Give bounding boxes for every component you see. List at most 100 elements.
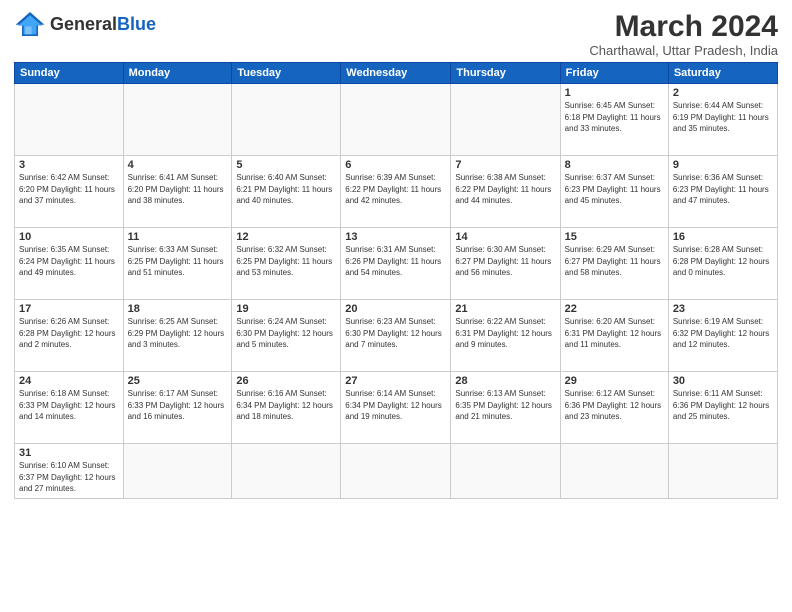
day-number: 23	[673, 303, 773, 315]
day-info: Sunrise: 6:18 AM Sunset: 6:33 PM Dayligh…	[19, 388, 119, 423]
day-number: 7	[455, 159, 555, 171]
table-row	[232, 444, 341, 499]
day-info: Sunrise: 6:38 AM Sunset: 6:22 PM Dayligh…	[455, 172, 555, 207]
day-number: 21	[455, 303, 555, 315]
table-row: 1Sunrise: 6:45 AM Sunset: 6:18 PM Daylig…	[560, 84, 668, 156]
day-number: 26	[236, 375, 336, 387]
table-row: 5Sunrise: 6:40 AM Sunset: 6:21 PM Daylig…	[232, 156, 341, 228]
day-info: Sunrise: 6:16 AM Sunset: 6:34 PM Dayligh…	[236, 388, 336, 423]
day-number: 29	[565, 375, 664, 387]
day-number: 12	[236, 231, 336, 243]
day-number: 28	[455, 375, 555, 387]
day-number: 5	[236, 159, 336, 171]
table-row: 20Sunrise: 6:23 AM Sunset: 6:30 PM Dayli…	[341, 300, 451, 372]
header: GeneralBlue March 2024 Charthawal, Uttar…	[14, 10, 778, 58]
table-row	[451, 84, 560, 156]
table-row: 11Sunrise: 6:33 AM Sunset: 6:25 PM Dayli…	[123, 228, 232, 300]
header-thursday: Thursday	[451, 63, 560, 84]
header-monday: Monday	[123, 63, 232, 84]
day-number: 6	[345, 159, 446, 171]
table-row: 13Sunrise: 6:31 AM Sunset: 6:26 PM Dayli…	[341, 228, 451, 300]
day-info: Sunrise: 6:32 AM Sunset: 6:25 PM Dayligh…	[236, 244, 336, 279]
calendar-page: GeneralBlue March 2024 Charthawal, Uttar…	[0, 0, 792, 612]
day-number: 1	[565, 87, 664, 99]
table-row: 9Sunrise: 6:36 AM Sunset: 6:23 PM Daylig…	[668, 156, 777, 228]
table-row: 29Sunrise: 6:12 AM Sunset: 6:36 PM Dayli…	[560, 372, 668, 444]
day-info: Sunrise: 6:10 AM Sunset: 6:37 PM Dayligh…	[19, 460, 119, 495]
day-number: 27	[345, 375, 446, 387]
day-info: Sunrise: 6:19 AM Sunset: 6:32 PM Dayligh…	[673, 316, 773, 351]
header-sunday: Sunday	[15, 63, 124, 84]
table-row: 25Sunrise: 6:17 AM Sunset: 6:33 PM Dayli…	[123, 372, 232, 444]
location-subtitle: Charthawal, Uttar Pradesh, India	[589, 43, 778, 58]
table-row: 19Sunrise: 6:24 AM Sunset: 6:30 PM Dayli…	[232, 300, 341, 372]
table-row: 17Sunrise: 6:26 AM Sunset: 6:28 PM Dayli…	[15, 300, 124, 372]
table-row: 12Sunrise: 6:32 AM Sunset: 6:25 PM Dayli…	[232, 228, 341, 300]
table-row	[341, 84, 451, 156]
day-number: 11	[128, 231, 228, 243]
table-row	[668, 444, 777, 499]
day-number: 17	[19, 303, 119, 315]
table-row: 22Sunrise: 6:20 AM Sunset: 6:31 PM Dayli…	[560, 300, 668, 372]
day-info: Sunrise: 6:36 AM Sunset: 6:23 PM Dayligh…	[673, 172, 773, 207]
table-row: 4Sunrise: 6:41 AM Sunset: 6:20 PM Daylig…	[123, 156, 232, 228]
day-info: Sunrise: 6:37 AM Sunset: 6:23 PM Dayligh…	[565, 172, 664, 207]
table-row: 10Sunrise: 6:35 AM Sunset: 6:24 PM Dayli…	[15, 228, 124, 300]
header-wednesday: Wednesday	[341, 63, 451, 84]
table-row	[560, 444, 668, 499]
day-number: 14	[455, 231, 555, 243]
day-info: Sunrise: 6:28 AM Sunset: 6:28 PM Dayligh…	[673, 244, 773, 279]
day-number: 15	[565, 231, 664, 243]
table-row: 30Sunrise: 6:11 AM Sunset: 6:36 PM Dayli…	[668, 372, 777, 444]
table-row: 21Sunrise: 6:22 AM Sunset: 6:31 PM Dayli…	[451, 300, 560, 372]
day-info: Sunrise: 6:41 AM Sunset: 6:20 PM Dayligh…	[128, 172, 228, 207]
day-number: 24	[19, 375, 119, 387]
table-row	[232, 84, 341, 156]
table-row: 14Sunrise: 6:30 AM Sunset: 6:27 PM Dayli…	[451, 228, 560, 300]
header-friday: Friday	[560, 63, 668, 84]
table-row: 6Sunrise: 6:39 AM Sunset: 6:22 PM Daylig…	[341, 156, 451, 228]
weekday-header-row: Sunday Monday Tuesday Wednesday Thursday…	[15, 63, 778, 84]
day-number: 19	[236, 303, 336, 315]
day-info: Sunrise: 6:31 AM Sunset: 6:26 PM Dayligh…	[345, 244, 446, 279]
day-info: Sunrise: 6:13 AM Sunset: 6:35 PM Dayligh…	[455, 388, 555, 423]
day-number: 31	[19, 447, 119, 459]
day-number: 3	[19, 159, 119, 171]
table-row: 27Sunrise: 6:14 AM Sunset: 6:34 PM Dayli…	[341, 372, 451, 444]
table-row	[341, 444, 451, 499]
day-number: 20	[345, 303, 446, 315]
table-row: 16Sunrise: 6:28 AM Sunset: 6:28 PM Dayli…	[668, 228, 777, 300]
table-row: 31Sunrise: 6:10 AM Sunset: 6:37 PM Dayli…	[15, 444, 124, 499]
day-info: Sunrise: 6:30 AM Sunset: 6:27 PM Dayligh…	[455, 244, 555, 279]
day-number: 18	[128, 303, 228, 315]
day-number: 10	[19, 231, 119, 243]
logo: GeneralBlue	[14, 10, 156, 38]
day-number: 13	[345, 231, 446, 243]
table-row: 18Sunrise: 6:25 AM Sunset: 6:29 PM Dayli…	[123, 300, 232, 372]
day-info: Sunrise: 6:12 AM Sunset: 6:36 PM Dayligh…	[565, 388, 664, 423]
day-number: 2	[673, 87, 773, 99]
day-info: Sunrise: 6:25 AM Sunset: 6:29 PM Dayligh…	[128, 316, 228, 351]
table-row: 26Sunrise: 6:16 AM Sunset: 6:34 PM Dayli…	[232, 372, 341, 444]
day-number: 9	[673, 159, 773, 171]
table-row	[123, 444, 232, 499]
header-saturday: Saturday	[668, 63, 777, 84]
day-info: Sunrise: 6:29 AM Sunset: 6:27 PM Dayligh…	[565, 244, 664, 279]
title-area: March 2024 Charthawal, Uttar Pradesh, In…	[589, 10, 778, 58]
day-info: Sunrise: 6:17 AM Sunset: 6:33 PM Dayligh…	[128, 388, 228, 423]
logo-text: GeneralBlue	[50, 15, 156, 33]
table-row: 8Sunrise: 6:37 AM Sunset: 6:23 PM Daylig…	[560, 156, 668, 228]
table-row: 3Sunrise: 6:42 AM Sunset: 6:20 PM Daylig…	[15, 156, 124, 228]
day-number: 4	[128, 159, 228, 171]
table-row: 2Sunrise: 6:44 AM Sunset: 6:19 PM Daylig…	[668, 84, 777, 156]
table-row: 23Sunrise: 6:19 AM Sunset: 6:32 PM Dayli…	[668, 300, 777, 372]
day-info: Sunrise: 6:20 AM Sunset: 6:31 PM Dayligh…	[565, 316, 664, 351]
day-number: 8	[565, 159, 664, 171]
table-row: 28Sunrise: 6:13 AM Sunset: 6:35 PM Dayli…	[451, 372, 560, 444]
day-info: Sunrise: 6:22 AM Sunset: 6:31 PM Dayligh…	[455, 316, 555, 351]
table-row: 24Sunrise: 6:18 AM Sunset: 6:33 PM Dayli…	[15, 372, 124, 444]
day-info: Sunrise: 6:45 AM Sunset: 6:18 PM Dayligh…	[565, 100, 664, 135]
day-info: Sunrise: 6:14 AM Sunset: 6:34 PM Dayligh…	[345, 388, 446, 423]
month-year-title: March 2024	[589, 10, 778, 43]
header-tuesday: Tuesday	[232, 63, 341, 84]
